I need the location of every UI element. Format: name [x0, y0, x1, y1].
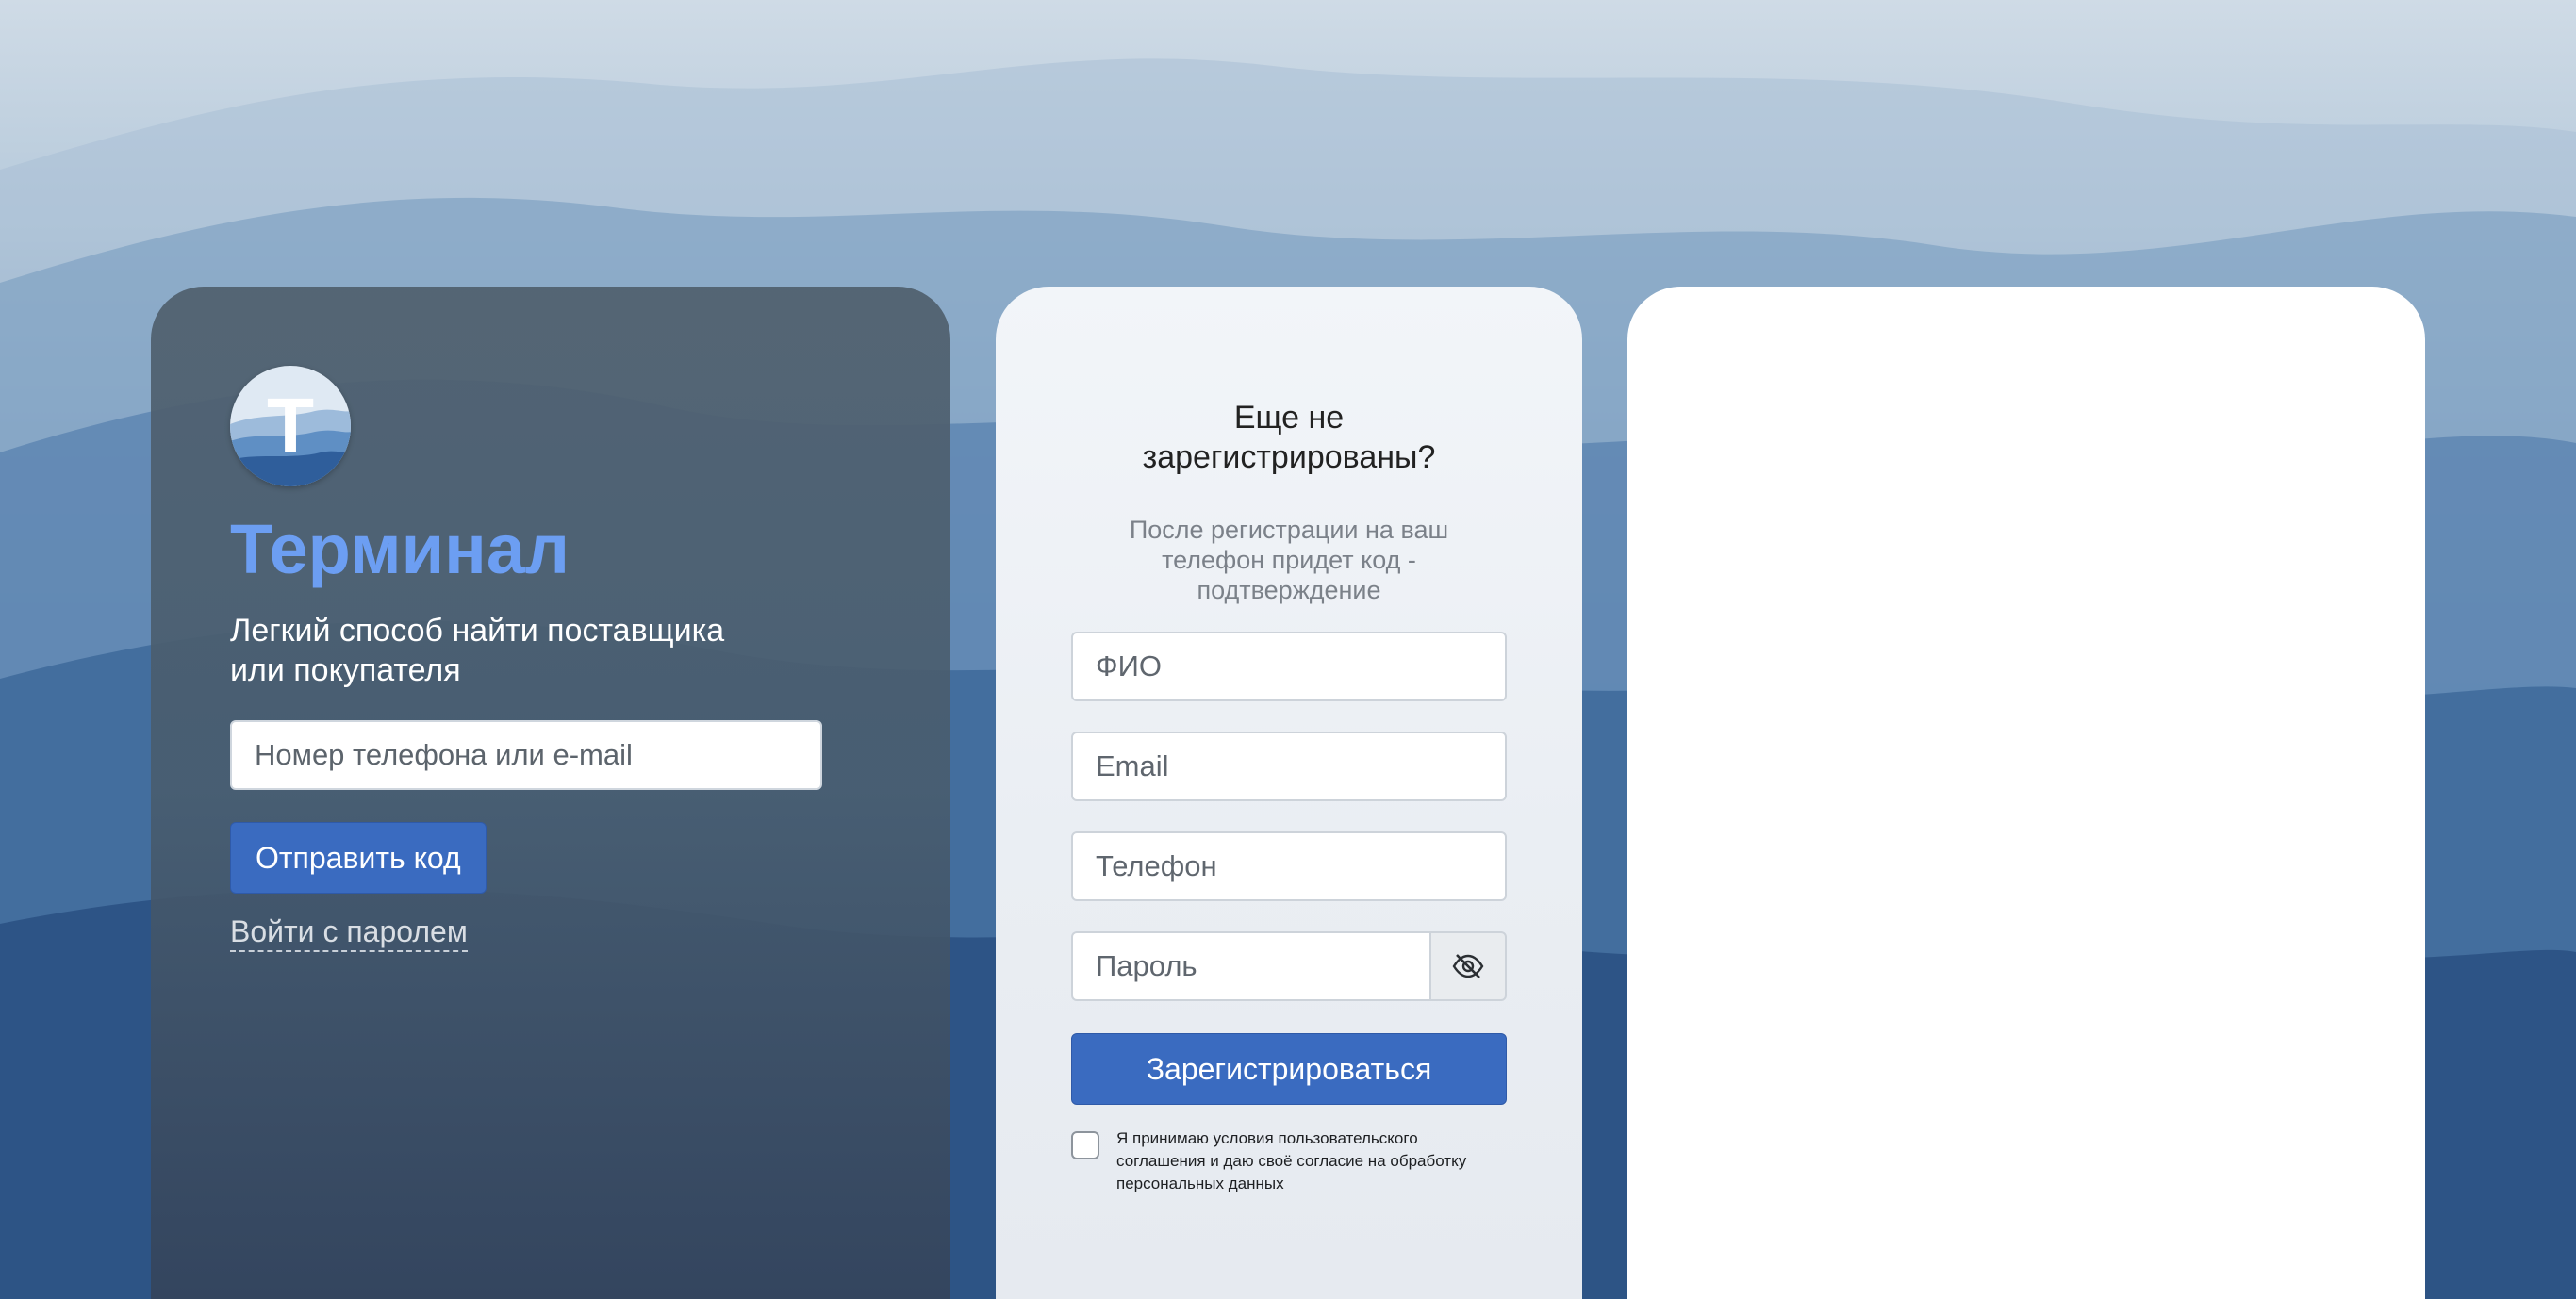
registration-hint: После регистрации на ваш телефон придет …: [1129, 516, 1449, 604]
email-field[interactable]: [1071, 732, 1507, 801]
eye-off-icon: [1452, 954, 1484, 978]
phone-field[interactable]: [1071, 831, 1507, 901]
send-code-button[interactable]: Отправить код: [230, 822, 487, 894]
password-field[interactable]: [1071, 931, 1429, 1001]
password-visibility-toggle[interactable]: [1429, 931, 1507, 1001]
registration-title: Еще не зарегистрированы?: [1142, 400, 1436, 475]
login-phone-email-input[interactable]: [230, 720, 822, 790]
blank-right-panel: [1627, 287, 2425, 1299]
registration-panel: Еще не зарегистрированы? После регистрац…: [996, 287, 1582, 1299]
register-button[interactable]: Зарегистрироваться: [1071, 1033, 1507, 1105]
consent-checkbox[interactable]: [1071, 1131, 1099, 1159]
brand-title: Терминал: [230, 510, 570, 588]
brand-subtitle: Легкий способ найти поставщика или покуп…: [230, 613, 725, 688]
logo-letter: Т: [266, 383, 315, 469]
terminal-logo: Т: [230, 366, 351, 486]
password-group: [1071, 931, 1507, 1001]
fio-field[interactable]: [1071, 632, 1507, 701]
consent-text: Я принимаю условия пользовательского сог…: [1116, 1129, 1467, 1192]
consent-row: Я принимаю условия пользовательского сог…: [1071, 1127, 1507, 1195]
login-panel: Т Терминал Легкий способ найти поставщик…: [151, 287, 950, 1299]
login-with-password-link[interactable]: Войти с паролем: [230, 914, 468, 952]
